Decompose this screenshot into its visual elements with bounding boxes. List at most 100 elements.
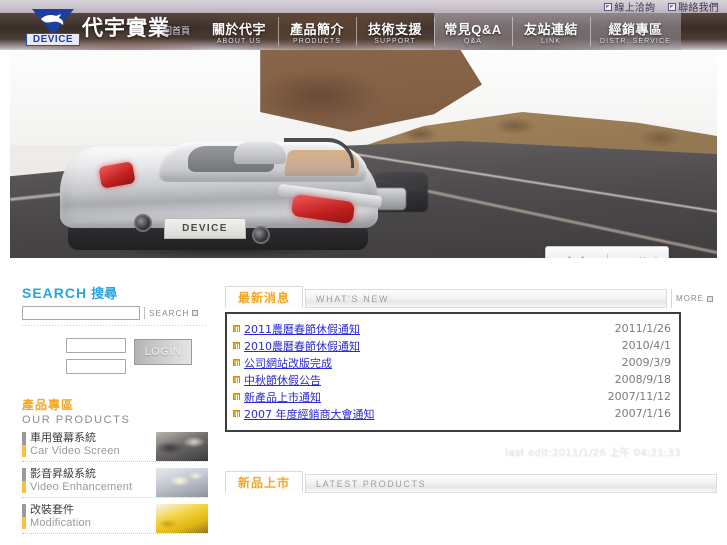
top-link-label: 線上洽詢 bbox=[614, 3, 656, 14]
news-row[interactable]: 新產品上市通知 2007/11/12 bbox=[233, 388, 671, 405]
search-row: SEARCH bbox=[22, 306, 208, 320]
nav-item-label-cn: 關於代宇 bbox=[211, 21, 266, 37]
top-link-label: 聯絡我們 bbox=[678, 3, 719, 14]
lang-button-chinese[interactable]: 中文 bbox=[546, 253, 607, 259]
product-text: 改裝套件 Modification bbox=[26, 504, 156, 529]
username-field[interactable] bbox=[66, 338, 126, 353]
nav-item-label-cn: 技術支援 bbox=[367, 21, 422, 37]
exhaust-pipe bbox=[252, 226, 270, 244]
product-item-car-video-screen[interactable]: 車用螢幕系統 Car Video Screen bbox=[22, 432, 208, 462]
login-box: LOGIN bbox=[22, 338, 208, 374]
news-panel-tabs: 最新消息 WHAT'S NEW MORE bbox=[225, 286, 717, 308]
product-thumbnail bbox=[156, 504, 208, 533]
product-text: 影音昇級系統 Video Enhancement bbox=[26, 468, 156, 493]
hero-sports-car: DEVICE bbox=[38, 128, 398, 258]
tab-whats-new[interactable]: 最新消息 bbox=[225, 286, 304, 308]
nav-item-qa[interactable]: 常見Q&A Q&A bbox=[434, 13, 512, 50]
brand-title[interactable]: 代宇實業 bbox=[82, 12, 170, 42]
product-label-cn: 影音昇級系統 bbox=[30, 468, 96, 480]
nav-item-label-cn: 經銷專區 bbox=[608, 21, 663, 37]
nav-item-label-cn: 產品簡介 bbox=[289, 21, 344, 37]
news-bullet-icon bbox=[233, 359, 240, 366]
search-divider-rule bbox=[22, 325, 208, 326]
news-title[interactable]: 中秋節休假公告 bbox=[244, 372, 607, 388]
nav-item-link[interactable]: 友站連結 LINK bbox=[512, 13, 590, 50]
product-thumbnail bbox=[156, 432, 208, 461]
latest-tab-label-en: LATEST PRODUCTS bbox=[316, 478, 427, 489]
news-row[interactable]: 公司網站改版完成 2009/3/9 bbox=[233, 354, 671, 371]
news-list: 2011農曆春節休假通知 2011/1/26 2010農曆春節休假通知 2010… bbox=[225, 312, 681, 432]
products-section-heading: 產品專區 OUR PRODUCTS bbox=[22, 396, 208, 426]
nav-item-label-en: SUPPORT bbox=[374, 37, 416, 45]
password-field[interactable] bbox=[66, 359, 126, 374]
site-header: 線上洽詢 聯絡我們 DEVICE 代宇實業 回首頁 關於代宇 ABOUT US … bbox=[0, 0, 727, 50]
brand-home-link[interactable]: 回首頁 bbox=[163, 24, 190, 37]
news-title[interactable]: 公司網站改版完成 bbox=[244, 355, 614, 371]
search-icon bbox=[191, 310, 198, 316]
logo-bird-icon bbox=[41, 14, 64, 25]
news-row[interactable]: 2011農曆春節休假通知 2011/1/26 bbox=[233, 320, 671, 337]
news-title[interactable]: 2007 年度經銷商大會通知 bbox=[244, 406, 607, 422]
nav-item-label-en: ABOUT US bbox=[216, 37, 262, 45]
nav-item-about-us[interactable]: 關於代宇 ABOUT US bbox=[200, 13, 278, 50]
products-heading-cn: 產品專區 bbox=[22, 398, 75, 412]
news-row[interactable]: 2007 年度經銷商大會通知 2007/1/16 bbox=[233, 405, 671, 422]
news-bullet-icon bbox=[233, 376, 240, 383]
product-text: 車用螢幕系統 Car Video Screen bbox=[26, 432, 156, 457]
nav-item-label-cn: 常見Q&A bbox=[444, 21, 502, 37]
news-title[interactable]: 新產品上市通知 bbox=[244, 389, 600, 405]
product-item-modification[interactable]: 改裝套件 Modification bbox=[22, 504, 208, 534]
nav-item-products[interactable]: 產品簡介 PRODUCTS bbox=[278, 13, 356, 50]
nav-item-distributor-service[interactable]: 經銷專區 DISTR. SERVICE bbox=[590, 13, 681, 50]
license-plate: DEVICE bbox=[164, 218, 246, 239]
top-link-contact-us[interactable]: 聯絡我們 bbox=[668, 0, 719, 14]
product-thumbnail bbox=[156, 468, 208, 497]
nav-item-label-en: LINK bbox=[541, 37, 561, 45]
news-date: 2011/1/26 bbox=[614, 322, 671, 335]
logo-wordmark: DEVICE bbox=[26, 33, 80, 46]
login-button[interactable]: LOGIN bbox=[134, 339, 192, 365]
news-title[interactable]: 2010農曆春節休假通知 bbox=[244, 338, 614, 354]
search-section-heading: SEARCH 搜尋 bbox=[22, 283, 208, 302]
car-rollbar bbox=[284, 138, 354, 168]
exhaust-pipe bbox=[134, 214, 152, 232]
nav-item-support[interactable]: 技術支援 SUPPORT bbox=[356, 13, 434, 50]
product-label-en: Modification bbox=[30, 516, 92, 529]
news-bullet-icon bbox=[233, 410, 240, 417]
news-tab-label-en: WHAT'S NEW bbox=[316, 293, 390, 304]
news-more-label: MORE bbox=[676, 294, 704, 303]
tab-latest-products[interactable]: 新品上市 bbox=[225, 471, 304, 493]
latest-tab-strip: LATEST PRODUCTS bbox=[305, 474, 717, 493]
news-tab-strip: WHAT'S NEW bbox=[305, 289, 667, 308]
search-input[interactable] bbox=[22, 306, 140, 320]
news-date: 2007/1/16 bbox=[614, 407, 671, 420]
search-divider bbox=[144, 307, 145, 319]
news-more-button[interactable]: MORE bbox=[671, 289, 717, 308]
main-nav: 關於代宇 ABOUT US 產品簡介 PRODUCTS 技術支援 SUPPORT… bbox=[200, 13, 681, 50]
login-fields bbox=[66, 338, 126, 374]
nav-item-label-en: DISTR. SERVICE bbox=[600, 37, 671, 45]
product-item-video-enhancement[interactable]: 影音昇級系統 Video Enhancement bbox=[22, 468, 208, 498]
product-label-cn: 改裝套件 bbox=[30, 504, 74, 516]
lang-button-english[interactable]: English bbox=[608, 255, 669, 259]
mail-icon bbox=[604, 2, 613, 11]
site-logo[interactable]: DEVICE bbox=[26, 9, 80, 47]
product-label-en: Video Enhancement bbox=[30, 480, 133, 493]
car-headrest bbox=[234, 142, 286, 164]
products-heading-en: OUR PRODUCTS bbox=[22, 414, 131, 426]
news-row[interactable]: 中秋節休假公告 2008/9/18 bbox=[233, 371, 671, 388]
search-button[interactable]: SEARCH bbox=[149, 309, 198, 318]
search-heading-en: SEARCH bbox=[22, 285, 88, 301]
product-label-cn: 車用螢幕系統 bbox=[30, 432, 96, 444]
hero-banner: DEVICE 中文 English bbox=[10, 50, 717, 258]
more-arrow-icon bbox=[707, 295, 713, 302]
language-switcher: 中文 English bbox=[545, 246, 669, 258]
nav-item-label-cn: 友站連結 bbox=[523, 21, 578, 37]
news-title[interactable]: 2011農曆春節休假通知 bbox=[244, 321, 607, 337]
top-link-online-inquiry[interactable]: 線上洽詢 bbox=[604, 0, 655, 14]
news-date: 2008/9/18 bbox=[614, 373, 671, 386]
news-date: 2010/4/1 bbox=[621, 339, 671, 352]
news-bullet-icon bbox=[233, 325, 240, 332]
news-row[interactable]: 2010農曆春節休假通知 2010/4/1 bbox=[233, 337, 671, 354]
search-button-label: SEARCH bbox=[149, 308, 190, 318]
